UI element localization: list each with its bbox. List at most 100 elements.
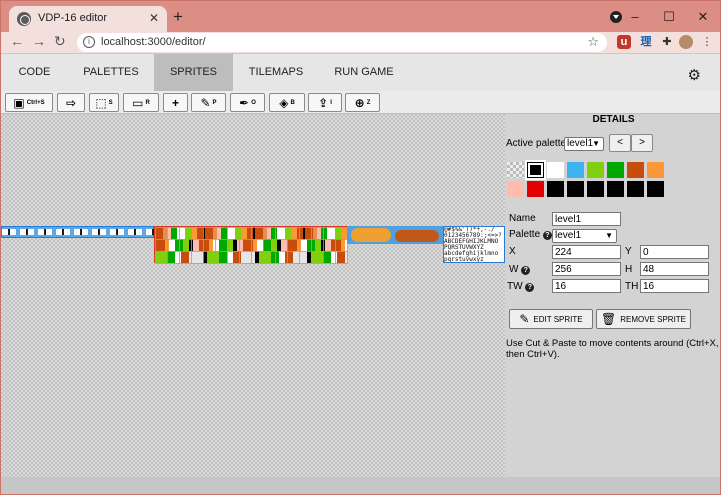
details-title: DETAILS (592, 114, 635, 125)
palette-swatch[interactable] (627, 181, 644, 197)
eyedropper-tool-button[interactable]: ✒ O (230, 93, 265, 112)
zoom-tool-button[interactable]: ⊕ Z (345, 93, 380, 112)
save-button[interactable]: ▣ Ctrl+S (5, 93, 53, 112)
palette-swatch[interactable] (587, 181, 604, 197)
edit-sprite-label: EDIT SPRITE (533, 314, 583, 324)
shortcut-label: O (251, 99, 256, 106)
window-controls: – ☐ ✕ (618, 1, 720, 32)
favicon-icon (17, 12, 31, 26)
prev-palette-button[interactable]: < (609, 134, 631, 152)
palette-swatch[interactable] (525, 160, 546, 180)
trash-icon: 🗑 (600, 312, 617, 326)
h-field[interactable] (640, 262, 709, 276)
palette-swatch[interactable] (507, 162, 524, 178)
edit-icon: ✎ (519, 312, 530, 326)
palette-swatch[interactable] (507, 181, 524, 197)
reload-icon[interactable]: ↻ (54, 33, 66, 50)
select-icon: ⬚ (95, 95, 107, 110)
status-bar (1, 477, 720, 494)
w-field[interactable] (552, 262, 621, 276)
export-button[interactable]: ⇨ (57, 93, 85, 112)
palette-swatch[interactable] (547, 181, 564, 197)
palette-swatch[interactable] (607, 162, 624, 178)
bookmark-star-icon[interactable]: ☆ (587, 34, 599, 50)
new-tab-icon[interactable]: + (173, 7, 183, 27)
avatar[interactable] (679, 35, 693, 49)
w-label-text: W (509, 264, 519, 275)
tab-code[interactable]: CODE (1, 54, 68, 91)
name-field[interactable] (552, 212, 621, 226)
active-palette-label: Active palette (506, 138, 567, 149)
palette-swatch[interactable] (567, 162, 584, 178)
shortcut-label: I (330, 99, 332, 106)
active-palette-select[interactable]: level1 ▼ (564, 137, 604, 151)
select-tool-button[interactable]: ⬚ S (89, 93, 119, 112)
font-row: pqrstuvwxyz (444, 256, 484, 263)
palette-label-text: Palette (509, 229, 541, 240)
rect-select-button[interactable]: ▭ R (123, 93, 159, 112)
zoom-icon: ⊕ (354, 95, 365, 110)
tab-run-game[interactable]: RUN GAME (319, 54, 409, 91)
th-field[interactable] (640, 279, 709, 293)
next-palette-button[interactable]: > (631, 134, 653, 152)
close-window-icon[interactable]: ✕ (686, 9, 720, 25)
help-icon[interactable]: ? (521, 266, 531, 275)
ublock-icon[interactable]: u (617, 35, 631, 49)
tab-sprites[interactable]: SPRITES (154, 54, 233, 91)
close-tab-icon[interactable]: ✕ (149, 11, 159, 25)
app-menubar: CODE PALETTES SPRITES TILEMAPS RUN GAME … (1, 54, 720, 91)
shortcut-label: B (290, 99, 295, 106)
translate-extension-icon[interactable]: 理 (639, 35, 653, 49)
tab-tilemaps[interactable]: TILEMAPS (233, 54, 319, 91)
site-info-icon[interactable]: i (83, 36, 95, 48)
h-label: H (625, 264, 633, 275)
upload-icon: ⇪ (318, 95, 329, 110)
palette-swatch[interactable] (647, 162, 664, 178)
settings-gear-icon[interactable]: ⚙ (688, 66, 701, 84)
address-bar[interactable]: i localhost:3000/editor/ ☆ (77, 33, 607, 52)
edit-sprite-button[interactable]: ✎ EDIT SPRITE (509, 309, 593, 329)
import-button[interactable]: ⇪ I (308, 93, 342, 112)
tab-palettes[interactable]: PALETTES (68, 54, 154, 91)
export-icon: ⇨ (65, 95, 77, 110)
sprite-strip-clouds[interactable] (1, 226, 155, 238)
shortcut-label: R (145, 99, 150, 106)
tw-field[interactable] (552, 279, 621, 293)
y-field[interactable] (640, 245, 709, 259)
save-icon: ▣ (13, 95, 25, 110)
palette-label: Palette ? (509, 229, 552, 241)
palette-swatch[interactable] (647, 181, 664, 197)
add-sprite-button[interactable]: + (163, 93, 188, 112)
browser-window: VDP-16 editor ✕ + – ☐ ✕ ← → ↻ i localhos… (0, 0, 721, 495)
help-icon[interactable]: ? (525, 283, 535, 292)
sprite-font[interactable]: @#$%&'()*+,-./ 0123456789:;<=>? ABCDEFGH… (443, 226, 505, 263)
pencil-tool-button[interactable]: ✎ P (191, 93, 226, 112)
tab-strip: VDP-16 editor ✕ + – ☐ ✕ (1, 1, 720, 32)
shortcut-label: Ctrl+S (26, 99, 45, 106)
help-icon[interactable]: ? (542, 231, 552, 240)
forward-icon[interactable]: → (32, 33, 46, 49)
sprite-level1[interactable] (154, 226, 348, 264)
fill-tool-button[interactable]: ◈ B (269, 93, 305, 112)
minimize-icon[interactable]: – (618, 9, 652, 24)
palette-swatch[interactable] (607, 181, 624, 197)
palette-swatch[interactable] (587, 162, 604, 178)
x-field[interactable] (552, 245, 621, 259)
palette-swatch[interactable] (527, 181, 544, 197)
shortcut-label: P (212, 99, 217, 106)
palette-swatch[interactable] (547, 162, 564, 178)
sprite-strip-scenery[interactable] (347, 226, 443, 244)
active-palette-value: level1 (567, 138, 594, 149)
extensions-puzzle-icon[interactable]: ✚ (660, 35, 674, 49)
maximize-icon[interactable]: ☐ (652, 9, 686, 25)
palette-select[interactable]: level1 ▼ (552, 229, 617, 243)
sprite-canvas[interactable]: @#$%&'()*+,-./ 0123456789:;<=>? ABCDEFGH… (1, 114, 505, 477)
remove-sprite-button[interactable]: 🗑 REMOVE SPRITE (596, 309, 691, 329)
browser-tab[interactable]: VDP-16 editor ✕ (9, 6, 167, 32)
w-label: W ? (509, 264, 531, 276)
x-label: X (509, 246, 516, 257)
palette-swatch[interactable] (627, 162, 644, 178)
palette-swatch[interactable] (567, 181, 584, 197)
back-icon[interactable]: ← (10, 33, 24, 49)
browser-menu-icon[interactable]: ⋮ (700, 35, 714, 49)
